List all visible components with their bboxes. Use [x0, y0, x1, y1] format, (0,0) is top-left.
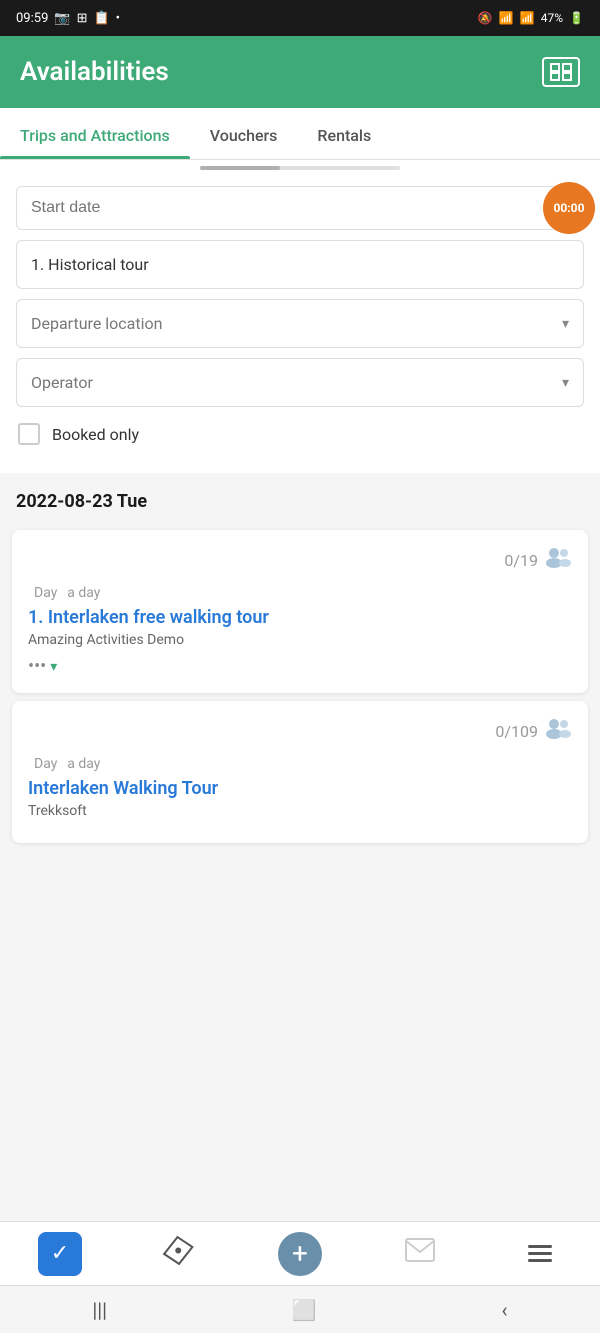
notification-icon: 📋 — [93, 11, 109, 26]
dot-icon: • — [116, 11, 120, 26]
capacity-badge: 0/109 — [495, 717, 572, 745]
more-options-arrow-icon: ▾ — [50, 659, 57, 675]
signal-icon: 📶 — [520, 11, 535, 25]
departure-chevron-icon: ▾ — [562, 316, 569, 332]
bottom-nav: ✓ + — [0, 1221, 600, 1285]
mail-icon — [404, 1237, 436, 1270]
tab-rentals[interactable]: Rentals — [297, 108, 391, 159]
start-date-row[interactable]: 00:00 — [16, 186, 584, 230]
nav-item-check[interactable]: ✓ — [0, 1232, 120, 1276]
card-top-row: 0/109 — [28, 717, 572, 745]
date-heading: 2022-08-23 Tue — [16, 491, 147, 512]
tour-name-link[interactable]: Interlaken Walking Tour — [28, 778, 572, 799]
app-header: Availabilities — [0, 36, 600, 108]
tab-vouchers[interactable]: Vouchers — [190, 108, 298, 159]
nav-item-menu[interactable] — [480, 1245, 600, 1262]
date-section: 2022-08-23 Tue — [0, 473, 600, 522]
tour-name-field[interactable]: 1. Historical tour — [16, 240, 584, 289]
android-back-button[interactable]: ‹ — [502, 1298, 508, 1322]
expand-icon[interactable] — [542, 57, 580, 87]
header-title: Availabilities — [20, 57, 169, 87]
battery-percent: 47% — [541, 11, 563, 25]
menu-icon — [528, 1245, 552, 1262]
nav-item-mail[interactable] — [360, 1237, 480, 1270]
nav-item-ticket[interactable] — [120, 1236, 240, 1271]
booked-only-row[interactable]: Booked only — [16, 417, 584, 451]
tour-name-link[interactable]: 1. Interlaken free walking tour — [28, 607, 572, 628]
day-label: Day a day — [28, 582, 572, 601]
android-home-button[interactable]: ⬜ — [292, 1298, 317, 1322]
battery-icon: 🔋 — [569, 11, 584, 25]
scroll-indicator — [0, 160, 600, 176]
timer-badge: 00:00 — [543, 182, 595, 234]
people-icon — [544, 546, 572, 574]
day-label: Day a day — [28, 753, 572, 772]
status-right: 🔕 📶 📶 47% 🔋 — [478, 11, 584, 25]
scroll-track — [200, 166, 400, 170]
mute-icon: 🔕 — [478, 11, 493, 25]
camera-icon: 📷 — [54, 11, 70, 26]
trip-card[interactable]: 0/109 Day a day Interlaken Walking Tour … — [12, 701, 588, 843]
start-date-input[interactable] — [31, 199, 569, 217]
departure-location-dropdown[interactable]: Departure location ▾ — [16, 299, 584, 348]
android-recent-button[interactable]: ||| — [92, 1298, 107, 1322]
booked-only-checkbox[interactable] — [18, 423, 40, 445]
capacity-value: 0/109 — [495, 722, 538, 741]
trip-card[interactable]: 0/19 Day a day 1. Interlaken free walkin… — [12, 530, 588, 693]
more-options-button[interactable]: ••• ▾ — [28, 656, 572, 677]
tabs-container: Trips and Attractions Vouchers Rentals — [0, 108, 600, 160]
booked-only-label: Booked only — [52, 425, 139, 444]
operator-chevron-icon: ▾ — [562, 375, 569, 391]
nav-item-add[interactable]: + — [240, 1232, 360, 1276]
tour-operator: Amazing Activities Demo — [28, 632, 572, 648]
status-time: 09:59 — [16, 11, 48, 26]
ticket-icon — [157, 1230, 202, 1276]
check-icon: ✓ — [38, 1232, 82, 1276]
capacity-value: 0/19 — [504, 551, 538, 570]
card-top-row: 0/19 — [28, 546, 572, 574]
capacity-badge: 0/19 — [504, 546, 572, 574]
filters-section: 00:00 1. Historical tour Departure locat… — [0, 176, 600, 473]
status-bar: 09:59 📷 ⊞ 📋 • 🔕 📶 📶 47% 🔋 — [0, 0, 600, 36]
status-left: 09:59 📷 ⊞ 📋 • — [16, 11, 120, 26]
tab-trips-attractions[interactable]: Trips and Attractions — [0, 108, 190, 159]
scroll-thumb — [200, 166, 280, 170]
operator-dropdown[interactable]: Operator ▾ — [16, 358, 584, 407]
grid-icon: ⊞ — [77, 11, 88, 26]
tour-operator: Trekksoft — [28, 803, 572, 819]
android-nav-bar: ||| ⬜ ‹ — [0, 1285, 600, 1333]
add-icon: + — [278, 1232, 322, 1276]
trip-cards-list: 0/19 Day a day 1. Interlaken free walkin… — [0, 530, 600, 971]
wifi-icon: 📶 — [499, 11, 514, 25]
people-icon — [544, 717, 572, 745]
